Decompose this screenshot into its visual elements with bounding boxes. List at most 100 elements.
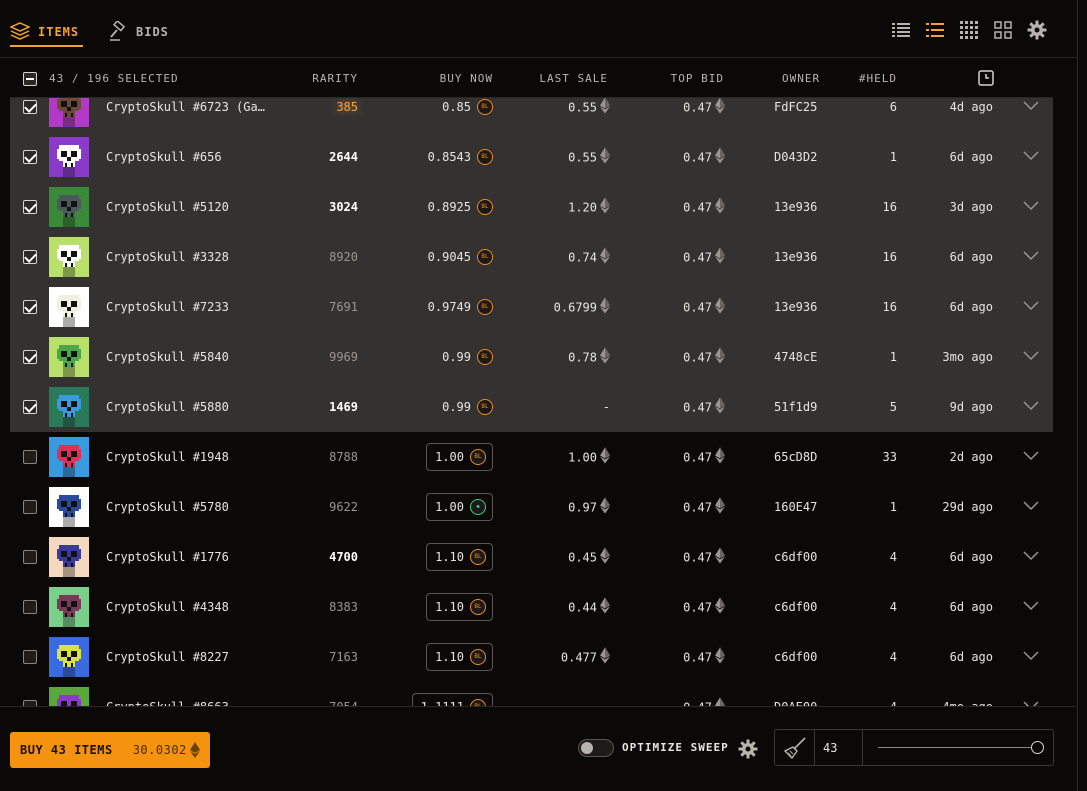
col-owner[interactable]: OWNER: [782, 72, 820, 85]
nft-thumbnail[interactable]: [49, 487, 89, 527]
chevron-down-icon[interactable]: [1023, 350, 1039, 364]
nft-thumbnail[interactable]: [49, 637, 89, 677]
row-checkbox[interactable]: [23, 400, 37, 414]
item-name[interactable]: CryptoSkull #5840: [106, 350, 286, 364]
chevron-down-icon[interactable]: [1023, 250, 1039, 264]
row-checkbox[interactable]: [23, 650, 37, 664]
buy-now-price[interactable]: 1.10 BL: [426, 593, 493, 621]
table-row[interactable]: CryptoSkull #8227 7163 1.10 BL 0.477 0.47 c6df…: [10, 632, 1053, 682]
buy-now-price[interactable]: 0.9045 BL: [428, 249, 493, 265]
table-row[interactable]: CryptoSkull #7233 7691 0.9749 BL 0.6799 0.47 1…: [10, 282, 1053, 332]
row-checkbox[interactable]: [23, 350, 37, 364]
sweep-settings-gear-icon[interactable]: [738, 739, 758, 762]
nft-thumbnail[interactable]: [49, 137, 89, 177]
table-row[interactable]: CryptoSkull #5880 1469 0.99 BL - 0.47 51f1d9 5 9…: [10, 382, 1053, 432]
sweep-slider-track[interactable]: [878, 747, 1040, 748]
col-held[interactable]: #HELD: [859, 72, 897, 85]
item-owner[interactable]: 13e936: [774, 200, 817, 214]
buy-items-button[interactable]: BUY 43 ITEMS 30.0302: [10, 732, 210, 768]
item-owner[interactable]: c6df00: [774, 600, 817, 614]
nft-thumbnail[interactable]: [49, 537, 89, 577]
table-row[interactable]: CryptoSkull #5120 3024 0.8925 BL 1.20 0.47 13e…: [10, 182, 1053, 232]
buy-now-price[interactable]: 1.1111BL: [411, 693, 493, 706]
item-name[interactable]: CryptoSkull #6723 (Ga…: [106, 100, 286, 114]
nft-thumbnail[interactable]: [49, 98, 89, 127]
chevron-down-icon[interactable]: [1023, 550, 1039, 564]
buy-now-price[interactable]: 0.85 BL: [442, 99, 493, 115]
settings-gear-icon[interactable]: [1027, 20, 1047, 40]
row-checkbox[interactable]: [23, 150, 37, 164]
list-view-icon[interactable]: [891, 20, 911, 40]
item-owner[interactable]: 65cD8D: [774, 450, 817, 464]
nft-thumbnail[interactable]: [49, 687, 89, 706]
list-detail-view-icon[interactable]: [925, 20, 945, 40]
grid-large-view-icon[interactable]: [993, 20, 1013, 40]
item-name[interactable]: CryptoSkull #5120: [106, 200, 286, 214]
item-name[interactable]: CryptoSkull #7233: [106, 300, 286, 314]
col-top-bid[interactable]: TOP BID: [671, 72, 724, 85]
item-name[interactable]: CryptoSkull #8227: [106, 650, 286, 664]
item-name[interactable]: CryptoSkull #656: [106, 150, 286, 164]
table-row[interactable]: CryptoSkull #4348 8383 1.10 BL 0.44 0.47 c6df0…: [10, 582, 1053, 632]
nft-thumbnail[interactable]: [49, 437, 89, 477]
grid-small-view-icon[interactable]: [959, 20, 979, 40]
scrollbar-area[interactable]: [1077, 0, 1087, 791]
nft-thumbnail[interactable]: [49, 587, 89, 627]
optimize-sweep-toggle[interactable]: [578, 739, 614, 757]
nft-thumbnail[interactable]: [49, 187, 89, 227]
chevron-down-icon[interactable]: [1023, 150, 1039, 164]
item-name[interactable]: CryptoSkull #5880: [106, 400, 286, 414]
chevron-down-icon[interactable]: [1023, 450, 1039, 464]
buy-now-price[interactable]: 0.9749 BL: [428, 299, 493, 315]
table-row[interactable]: CryptoSkull #6723 (Ga… 385 0.85 BL 0.55 0.47 F…: [10, 98, 1053, 132]
sweep-count-input[interactable]: 43: [815, 730, 863, 765]
nft-thumbnail[interactable]: [49, 237, 89, 277]
row-checkbox[interactable]: [23, 600, 37, 614]
buy-now-price[interactable]: 0.99 BL: [442, 399, 493, 415]
row-checkbox[interactable]: [23, 100, 37, 114]
table-row[interactable]: CryptoSkull #1776 4700 1.10 BL 0.45 0.47 c6df0…: [10, 532, 1053, 582]
sweep-slider-handle[interactable]: [1031, 741, 1044, 754]
row-checkbox[interactable]: [23, 550, 37, 564]
table-row[interactable]: CryptoSkull #5840 9969 0.99 BL 0.78 0.47 4748c…: [10, 332, 1053, 382]
buy-now-price[interactable]: 1.10 BL: [426, 643, 493, 671]
chevron-down-icon[interactable]: [1023, 200, 1039, 214]
chevron-down-icon[interactable]: [1023, 650, 1039, 664]
select-all-checkbox[interactable]: [23, 72, 37, 86]
table-row[interactable]: CryptoSkull #3328 8920 0.9045 BL 0.74 0.47 13e…: [10, 232, 1053, 282]
item-owner[interactable]: 160E47: [774, 500, 817, 514]
buy-now-price[interactable]: 0.99 BL: [442, 349, 493, 365]
item-owner[interactable]: 4748cE: [774, 350, 817, 364]
nft-thumbnail[interactable]: [49, 337, 89, 377]
chevron-down-icon[interactable]: [1023, 600, 1039, 614]
row-checkbox[interactable]: [23, 200, 37, 214]
item-owner[interactable]: c6df00: [774, 550, 817, 564]
tab-bids[interactable]: BIDS: [108, 19, 169, 45]
row-checkbox[interactable]: [23, 250, 37, 264]
item-owner[interactable]: 13e936: [774, 250, 817, 264]
col-rarity[interactable]: RARITY: [312, 72, 358, 85]
row-checkbox[interactable]: [23, 500, 37, 514]
table-row[interactable]: CryptoSkull #5780 9622 1.00 ◆ 0.97 0.47 160E47…: [10, 482, 1053, 532]
col-last-sale[interactable]: LAST SALE: [539, 72, 608, 85]
item-owner[interactable]: c6df00: [774, 650, 817, 664]
item-owner[interactable]: 51f1d9: [774, 400, 817, 414]
buy-now-price[interactable]: 0.8543 BL: [428, 149, 493, 165]
item-owner[interactable]: FdFC25: [774, 100, 817, 114]
chevron-down-icon[interactable]: [1023, 500, 1039, 514]
item-name[interactable]: CryptoSkull #3328: [106, 250, 286, 264]
col-buy-now[interactable]: BUY NOW: [440, 72, 493, 85]
table-row[interactable]: CryptoSkull #656 2644 0.8543 BL 0.55 0.47 D043…: [10, 132, 1053, 182]
nft-thumbnail[interactable]: [49, 287, 89, 327]
table-row[interactable]: CryptoSkull #866370541.1111BL-0.47D0AE00…: [10, 682, 1053, 706]
item-name[interactable]: CryptoSkull #5780: [106, 500, 286, 514]
buy-now-price[interactable]: 1.10 BL: [426, 543, 493, 571]
table-row[interactable]: CryptoSkull #1948 8788 1.00 BL 1.00 0.47 65cD8…: [10, 432, 1053, 482]
row-checkbox[interactable]: [23, 300, 37, 314]
item-name[interactable]: CryptoSkull #4348: [106, 600, 286, 614]
chevron-down-icon[interactable]: [1023, 300, 1039, 314]
chevron-down-icon[interactable]: [1023, 400, 1039, 414]
tab-items[interactable]: ITEMS: [9, 19, 79, 45]
row-checkbox[interactable]: [23, 450, 37, 464]
item-name[interactable]: CryptoSkull #1948: [106, 450, 286, 464]
